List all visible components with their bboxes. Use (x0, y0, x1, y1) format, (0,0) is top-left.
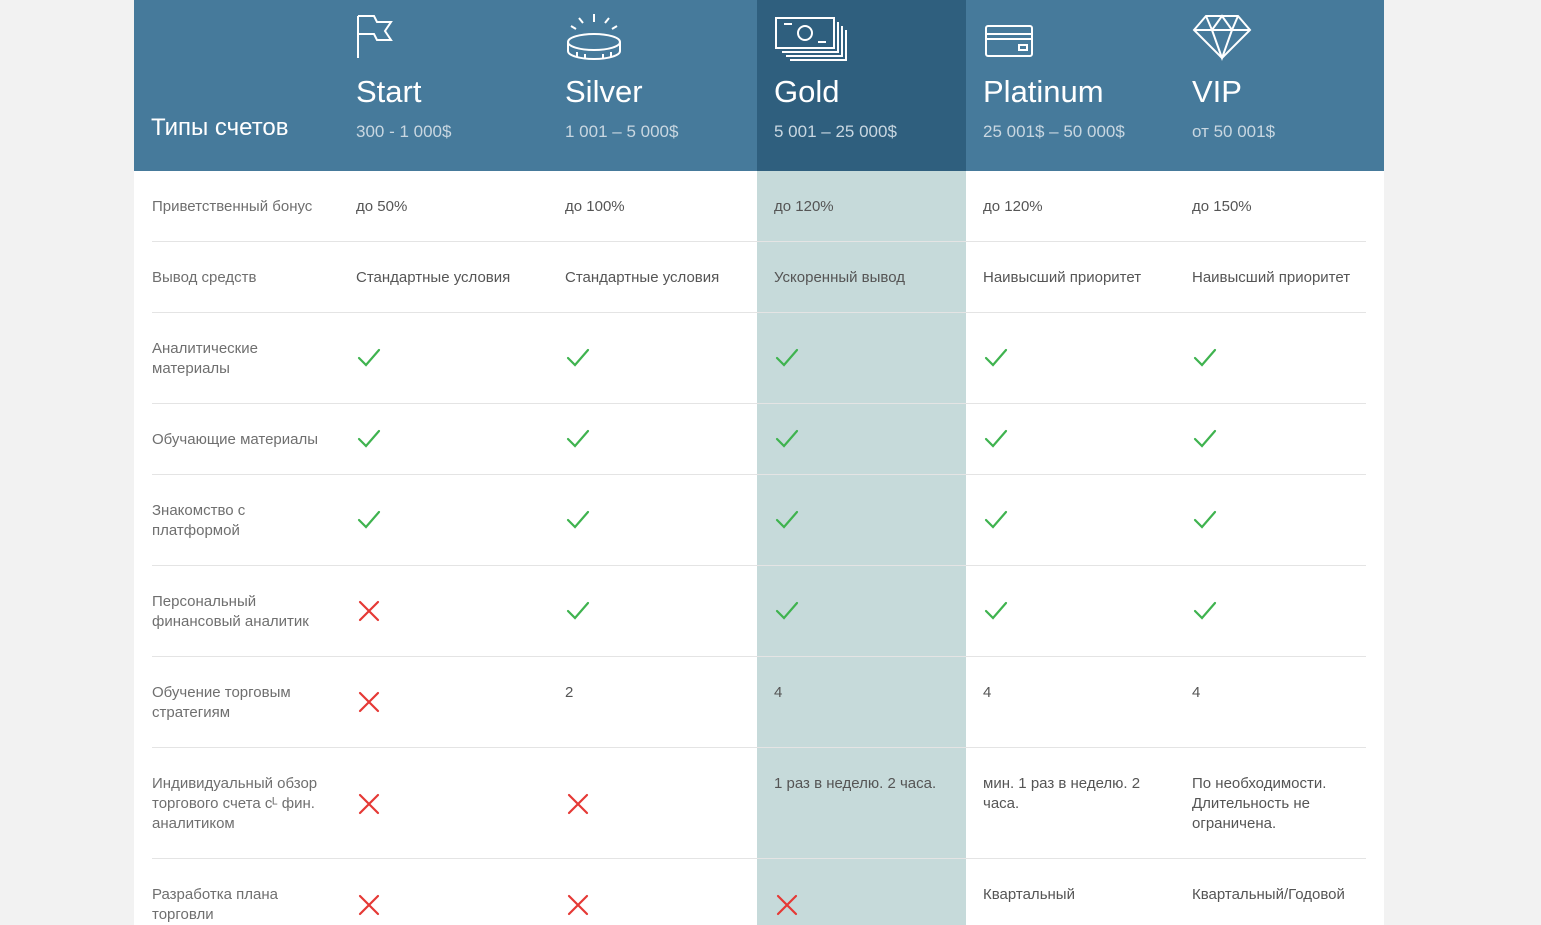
row-cell-value: до 100% (565, 198, 625, 215)
check-icon (565, 345, 591, 371)
plan-name: VIP (1192, 74, 1242, 109)
plan-header-start: Start 300 - 1 000$ (356, 0, 556, 171)
plan-name: Platinum (983, 74, 1104, 109)
plan-deposit-range: 5 001 – 25 000$ (774, 122, 897, 141)
plan-deposit-range: 25 001$ – 50 000$ (983, 122, 1125, 141)
check-icon (983, 598, 1009, 624)
table-row: Приветственный бонус до 50% до 100% до 120%… (134, 171, 1384, 242)
row-cell-value: до 120% (983, 198, 1043, 215)
check-icon (774, 598, 800, 624)
row-label: Приветственный бонус (152, 198, 313, 215)
cross-icon (356, 689, 382, 715)
row-cell-value: Ускоренный вывод (774, 269, 905, 286)
credit-card-icon (983, 12, 1043, 62)
table-title: Типы счетов (151, 114, 289, 141)
check-icon (983, 507, 1009, 533)
check-icon (774, 426, 800, 452)
row-cell-value: мин. 1 раз в неделю. 2 часа. (983, 775, 1141, 812)
row-cell-value: Стандартные условия (356, 269, 511, 286)
plan-header-platinum: Platinum 25 001$ – 50 000$ (983, 0, 1183, 171)
plan-header-vip: VIP от 50 001$ (1192, 0, 1384, 171)
cross-icon (356, 791, 382, 817)
table-row: Вывод средств Стандартные условия Стандарт… (134, 242, 1384, 313)
check-icon (565, 598, 591, 624)
row-cell-value: Наивысший приоритет (1192, 269, 1351, 286)
coin-icon (565, 12, 625, 62)
diamond-icon (1192, 12, 1252, 62)
plan-name: Silver (565, 74, 643, 109)
row-cell-value: до 150% (1192, 198, 1252, 215)
row-cell-value: Квартальный/Годовой (1192, 886, 1345, 903)
plan-deposit-range: от 50 001$ (1192, 122, 1276, 141)
row-cell-value: Наивысший приоритет (983, 269, 1142, 286)
cross-icon (565, 791, 591, 817)
check-icon (1192, 426, 1218, 452)
row-cell-value: 4 (983, 684, 992, 701)
plan-header-silver: Silver 1 001 – 5 000$ (565, 0, 765, 171)
table-row: Обучение торговым стратегиям 2 4 4 4 (134, 657, 1384, 748)
row-cell-value: 4 (1192, 684, 1201, 701)
table-row: Аналитические материалы (134, 313, 1384, 404)
cross-icon (356, 598, 382, 624)
table-row: Разработка плана торговли Квартальный Квар… (134, 859, 1384, 925)
row-label: Обучение торговым стратегиям (152, 684, 291, 721)
row-cell-value: По необходимости. Длительность не ограни… (1192, 775, 1327, 832)
row-cell-value: Стандартные условия (565, 269, 720, 286)
account-types-table: Типы счетов Start 300 - 1 000$ Silver 1 001… (134, 0, 1384, 925)
row-label: Разработка плана торговли (152, 886, 278, 923)
check-icon (774, 507, 800, 533)
table-row: Персональный финансовый аналитик (134, 566, 1384, 657)
plan-header-gold: Gold 5 001 – 25 000$ (774, 0, 974, 171)
cross-icon (774, 892, 800, 918)
flag-icon (356, 12, 416, 62)
plan-deposit-range: 1 001 – 5 000$ (565, 122, 679, 141)
check-icon (1192, 598, 1218, 624)
row-cell-value: 2 (565, 684, 574, 701)
banknotes-icon (774, 12, 847, 62)
table-row: Знакомство с платформой (134, 475, 1384, 566)
check-icon (774, 345, 800, 371)
plan-deposit-range: 300 - 1 000$ (356, 122, 452, 141)
row-label: Вывод средств (152, 269, 257, 286)
check-icon (983, 345, 1009, 371)
check-icon (1192, 507, 1218, 533)
cross-icon (356, 892, 382, 918)
row-label: Знакомство с платформой (152, 502, 246, 539)
check-icon (356, 426, 382, 452)
row-label: Индивидуальный обзор торгового счета сᴸ … (152, 775, 318, 832)
check-icon (983, 426, 1009, 452)
row-cell-value: до 50% (356, 198, 408, 215)
check-icon (565, 426, 591, 452)
check-icon (565, 507, 591, 533)
check-icon (356, 507, 382, 533)
table-row: Индивидуальный обзор торгового счета сᴸ … (134, 748, 1384, 859)
row-cell-value: 4 (774, 684, 783, 701)
check-icon (356, 345, 382, 371)
check-icon (1192, 345, 1218, 371)
row-cell-value: до 120% (774, 198, 834, 215)
row-label: Аналитические материалы (152, 340, 258, 377)
row-cell-value: Квартальный (983, 886, 1075, 903)
row-label: Обучающие материалы (152, 431, 319, 448)
cross-icon (565, 892, 591, 918)
row-cell-value: 1 раз в неделю. 2 часа. (774, 775, 937, 792)
row-label: Персональный финансовый аналитик (152, 593, 309, 630)
plan-name: Gold (774, 74, 840, 109)
table-row: Обучающие материалы (134, 404, 1384, 475)
plan-name: Start (356, 74, 422, 109)
